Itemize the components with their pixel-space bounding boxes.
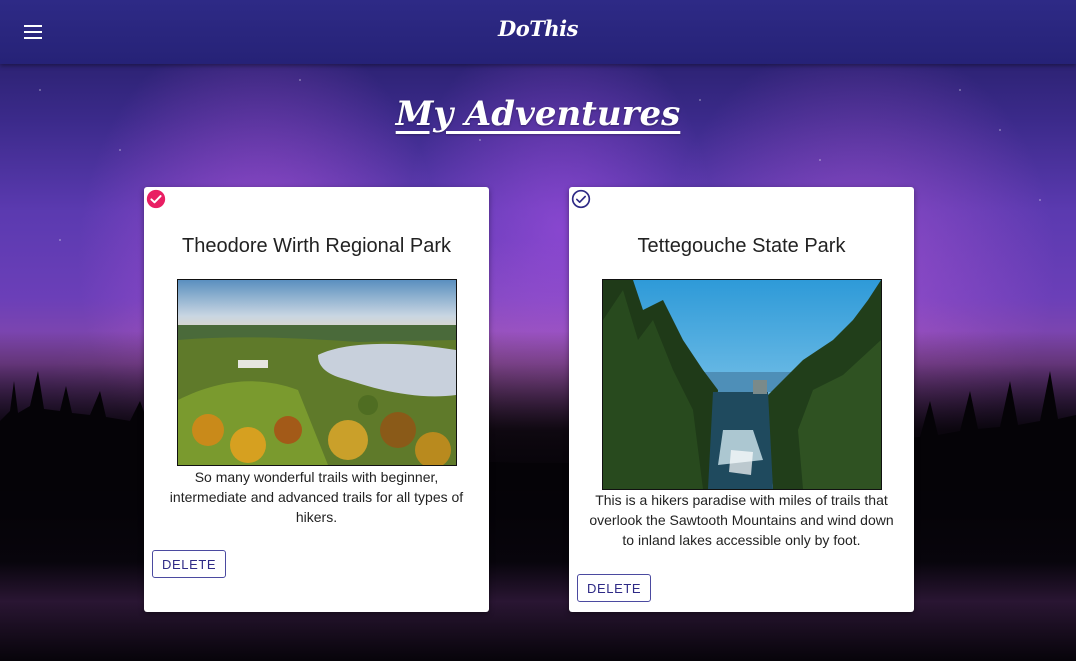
adventure-card: Theodore Wirth Regional Park So many won…	[144, 187, 489, 612]
adventure-card: Tettegouche State Park This is a hikers …	[569, 187, 914, 612]
check-circle-outline-icon[interactable]	[571, 189, 591, 209]
card-description: So many wonderful trails with beginner, …	[169, 469, 464, 525]
park-photo	[602, 279, 882, 490]
delete-button[interactable]: DELETE	[577, 574, 652, 602]
page-title: My Adventures	[395, 94, 681, 134]
delete-button[interactable]: DELETE	[152, 550, 227, 578]
card-title: Tettegouche State Park	[637, 235, 846, 257]
check-circle-filled-icon[interactable]	[146, 189, 166, 209]
app-brand[interactable]: DoThis	[0, 16, 1076, 41]
app-bar: DoThis	[0, 0, 1076, 64]
card-title: Theodore Wirth Regional Park	[181, 235, 451, 257]
card-description: This is a hikers paradise with miles of …	[589, 492, 894, 548]
park-photo	[177, 279, 457, 466]
